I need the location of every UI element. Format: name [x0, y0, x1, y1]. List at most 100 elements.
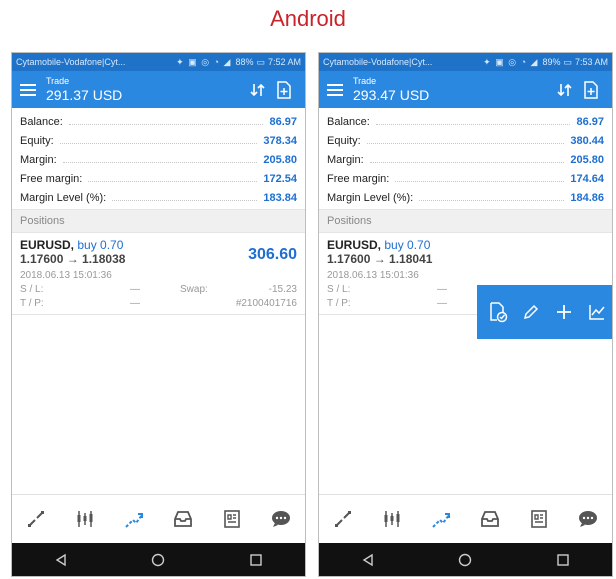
summary-value: 380.44	[570, 134, 604, 147]
battery-level: 89%	[542, 57, 561, 67]
summary-value: 86.97	[269, 115, 297, 128]
trade-nav-icon[interactable]	[119, 504, 149, 534]
position-datetime: 2018.06.13 15:01:36	[327, 270, 419, 281]
chart-nav-icon[interactable]	[70, 504, 100, 534]
recents-icon[interactable]	[246, 550, 266, 570]
summary-value: 86.97	[576, 115, 604, 128]
position-direction: buy 0.70	[384, 238, 431, 252]
new-order-plus-icon[interactable]	[553, 301, 575, 323]
tp-label: T / P:	[20, 298, 44, 309]
positions-header: Positions	[319, 209, 612, 233]
summary-row-margin-level: Margin Level (%): 184.86	[327, 188, 604, 207]
account-balance: 293.47 USD	[353, 87, 430, 103]
summary-value: 205.80	[263, 153, 297, 166]
menu-icon[interactable]	[327, 83, 343, 96]
position-direction: buy 0.70	[77, 238, 124, 252]
summary-label: Equity:	[327, 134, 361, 147]
news-nav-icon[interactable]	[217, 504, 247, 534]
history-nav-icon[interactable]	[475, 504, 505, 534]
phone-screen-right: Cytamobile-Vodafone|Cyt... ✦ ▣ ◎ ◔ ◢ 89%…	[318, 52, 613, 577]
system-navigation-bar	[12, 543, 305, 576]
tp-label: T / P:	[327, 298, 351, 309]
menu-icon[interactable]	[20, 83, 36, 96]
status-bar: Cytamobile-Vodafone|Cyt... ✦ ▣ ◎ ◔ ◢ 88%…	[12, 53, 305, 71]
edit-position-icon[interactable]	[520, 301, 542, 323]
trade-nav-icon[interactable]	[426, 504, 456, 534]
positions-header: Positions	[12, 209, 305, 233]
order-number: #2100401716	[235, 298, 297, 309]
summary-value: 183.84	[263, 191, 297, 204]
summary-row-margin: Margin: 205.80	[327, 150, 604, 169]
messages-nav-icon[interactable]	[573, 504, 603, 534]
summary-label: Margin:	[327, 153, 364, 166]
status-bar: Cytamobile-Vodafone|Cyt... ✦ ▣ ◎ ◔ ◢ 89%…	[319, 53, 612, 71]
carrier-name: Cytamobile-Vodafone|Cyt...	[16, 57, 126, 67]
news-nav-icon[interactable]	[524, 504, 554, 534]
tp-value: —	[130, 298, 140, 309]
summary-row-margin-level: Margin Level (%): 183.84	[20, 188, 297, 207]
back-icon[interactable]	[358, 550, 378, 570]
home-icon[interactable]	[455, 550, 475, 570]
app-title: Trade	[46, 76, 70, 86]
app-bar: Trade 293.47 USD	[319, 71, 612, 108]
messages-nav-icon[interactable]	[266, 504, 296, 534]
sort-icon[interactable]	[552, 77, 578, 103]
new-order-icon[interactable]	[271, 77, 297, 103]
bottom-navigation	[319, 494, 612, 543]
position-symbol: EURUSD,	[327, 238, 382, 252]
summary-label: Equity:	[20, 134, 54, 147]
quotes-nav-icon[interactable]	[21, 504, 51, 534]
sl-label: S / L:	[20, 284, 44, 295]
app-title-block: Trade 291.37 USD	[46, 76, 245, 103]
recents-icon[interactable]	[553, 550, 573, 570]
summary-row-equity: Equity: 378.34	[20, 131, 297, 150]
summary-value: 174.64	[570, 172, 604, 185]
clock: 7:52 AM	[267, 57, 301, 67]
page-heading: Android	[270, 6, 346, 31]
account-summary: Balance: 86.97 Equity: 380.44 Margin: 205.8…	[319, 108, 612, 209]
summary-label: Balance:	[20, 115, 63, 128]
bottom-navigation	[12, 494, 305, 543]
close-position-icon[interactable]	[487, 301, 509, 323]
battery-icon: ▭	[256, 56, 265, 67]
sl-label: S / L:	[327, 284, 351, 295]
new-order-icon[interactable]	[578, 77, 604, 103]
summary-row-equity: Equity: 380.44	[327, 131, 604, 150]
swap-label: Swap:	[180, 284, 208, 295]
summary-row-margin: Margin: 205.80	[20, 150, 297, 169]
position-symbol: EURUSD,	[20, 238, 75, 252]
position-prices: 1.17600 → 1.18041	[327, 252, 433, 266]
position-datetime: 2018.06.13 15:01:36	[20, 270, 112, 281]
summary-label: Free margin:	[327, 172, 390, 185]
summary-row-free-margin: Free margin: 174.64	[327, 169, 604, 188]
summary-value: 378.34	[263, 134, 297, 147]
app-title-block: Trade 293.47 USD	[353, 76, 552, 103]
sort-icon[interactable]	[245, 77, 271, 103]
position-item[interactable]: EURUSD, buy 0.70 1.17600 → 1.18038 306.6…	[12, 233, 305, 315]
summary-value: 184.86	[570, 191, 604, 204]
back-icon[interactable]	[51, 550, 71, 570]
summary-label: Margin:	[20, 153, 57, 166]
position-action-bar	[477, 285, 612, 339]
summary-label: Free margin:	[20, 172, 83, 185]
history-nav-icon[interactable]	[168, 504, 198, 534]
summary-value: 172.54	[263, 172, 297, 185]
signal-wifi-icons: ✦ ▣ ◎ ◔ ◢	[483, 56, 539, 67]
signal-wifi-icons: ✦ ▣ ◎ ◔ ◢	[176, 56, 232, 67]
summary-row-balance: Balance: 86.97	[327, 112, 604, 131]
quotes-nav-icon[interactable]	[328, 504, 358, 534]
summary-row-balance: Balance: 86.97	[20, 112, 297, 131]
summary-label: Balance:	[327, 115, 370, 128]
system-navigation-bar	[319, 543, 612, 576]
home-icon[interactable]	[148, 550, 168, 570]
chart-nav-icon[interactable]	[377, 504, 407, 534]
account-summary: Balance: 86.97 Equity: 378.34 Margin: 205.8…	[12, 108, 305, 209]
position-profit: 306.60	[248, 246, 297, 263]
battery-level: 88%	[235, 57, 254, 67]
app-title: Trade	[353, 76, 377, 86]
clock: 7:53 AM	[574, 57, 608, 67]
summary-row-free-margin: Free margin: 172.54	[20, 169, 297, 188]
swap-value: -15.23	[268, 284, 297, 295]
sl-value: —	[130, 284, 140, 295]
chart-icon[interactable]	[586, 301, 608, 323]
